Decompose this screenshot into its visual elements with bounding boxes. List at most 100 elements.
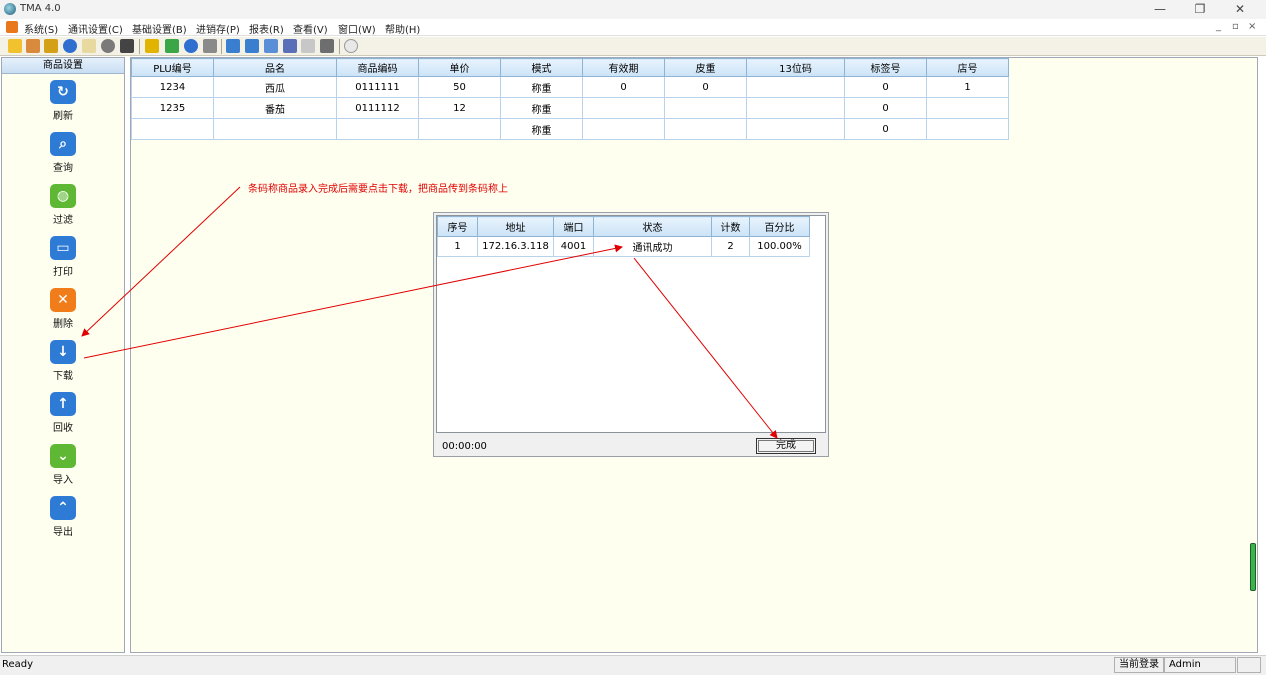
sidebar-item-label[interactable]: 删除 — [32, 315, 94, 330]
table-cell[interactable]: 0 — [664, 76, 747, 98]
column-header[interactable]: 标签号 — [844, 58, 927, 77]
clock-icon[interactable] — [101, 39, 115, 53]
close-button[interactable]: ✕ — [1220, 0, 1260, 19]
menu-inventory[interactable]: 进销存(P) — [196, 21, 240, 36]
table-cell[interactable] — [664, 118, 747, 140]
sidebar-item-label[interactable]: 刷新 — [32, 107, 94, 122]
disk-icon[interactable] — [203, 39, 217, 53]
sidebar-item-label[interactable]: 打印 — [32, 263, 94, 278]
transfer-column-header[interactable]: 端口 — [553, 216, 594, 237]
table-row[interactable]: 1234 西瓜 0111111 50 称重 0 0 0 1 — [131, 76, 1009, 98]
scale-sync-icon[interactable] — [283, 39, 297, 53]
mdi-close-button[interactable]: × — [1248, 21, 1256, 32]
done-button[interactable]: 完成 — [756, 438, 816, 454]
column-header[interactable]: 商品编码 — [336, 58, 419, 77]
scale-receive-icon[interactable] — [264, 39, 278, 53]
table-cell[interactable] — [131, 118, 214, 140]
table-cell[interactable]: 称重 — [500, 97, 583, 119]
column-header[interactable]: 模式 — [500, 58, 583, 77]
menu-system[interactable]: 系统(S) — [24, 21, 58, 36]
sidebar-item-label[interactable]: 查询 — [32, 159, 94, 174]
table-cell[interactable]: 0111112 — [336, 97, 419, 119]
column-header[interactable]: 品名 — [213, 58, 337, 77]
tools-icon[interactable] — [120, 39, 134, 53]
column-header[interactable]: 单价 — [418, 58, 501, 77]
table-row[interactable]: 称重 0 — [131, 118, 1009, 140]
menu-basic-settings[interactable]: 基础设置(B) — [132, 21, 187, 36]
download-icon[interactable]: ↓ — [50, 340, 76, 364]
table-cell[interactable] — [926, 118, 1009, 140]
mdi-minimize-button[interactable]: _ — [1216, 21, 1221, 32]
scale-send-icon[interactable] — [245, 39, 259, 53]
table-cell[interactable]: 1234 — [131, 76, 214, 98]
table-cell[interactable] — [926, 97, 1009, 119]
table-cell[interactable]: 1235 — [131, 97, 214, 119]
export-icon[interactable]: ⌃ — [50, 496, 76, 520]
barcode-icon[interactable] — [320, 39, 334, 53]
transfer-row[interactable]: 1 172.16.3.118 4001 通讯成功 2 100.00% — [437, 236, 810, 257]
table-cell[interactable] — [582, 97, 665, 119]
timer-icon[interactable] — [184, 39, 198, 53]
column-header[interactable]: PLU编号 — [131, 58, 214, 77]
sidebar-item-label[interactable]: 过滤 — [32, 211, 94, 226]
sidebar-item-label[interactable]: 下载 — [32, 367, 94, 382]
table-cell[interactable]: 称重 — [500, 118, 583, 140]
table-cell[interactable]: 50 — [418, 76, 501, 98]
table-cell[interactable] — [213, 118, 337, 140]
table-cell[interactable]: 番茄 — [213, 97, 337, 119]
table-cell[interactable] — [664, 97, 747, 119]
table-row[interactable]: 1235 番茄 0111112 12 称重 0 — [131, 97, 1009, 119]
document-icon[interactable] — [82, 39, 96, 53]
transfer-column-header[interactable]: 序号 — [437, 216, 478, 237]
table-cell[interactable] — [746, 118, 845, 140]
transfer-column-header[interactable]: 百分比 — [749, 216, 810, 237]
sidebar-item-label[interactable]: 导入 — [32, 471, 94, 486]
key-icon[interactable] — [44, 39, 58, 53]
table-cell[interactable] — [336, 118, 419, 140]
delete-icon[interactable]: ✕ — [50, 288, 76, 312]
scale-icon[interactable] — [226, 39, 240, 53]
table-cell[interactable]: 1 — [926, 76, 1009, 98]
table-cell[interactable]: 0 — [582, 76, 665, 98]
menu-view[interactable]: 查看(V) — [293, 21, 328, 36]
table-cell[interactable]: 0111111 — [336, 76, 419, 98]
import-icon[interactable]: ⌄ — [50, 444, 76, 468]
help-icon[interactable] — [344, 39, 358, 53]
transfer-column-header[interactable]: 状态 — [593, 216, 712, 237]
globe-icon[interactable]: ◍ — [50, 184, 76, 208]
menu-window[interactable]: 窗口(W) — [338, 21, 376, 36]
transfer-column-header[interactable]: 地址 — [477, 216, 554, 237]
plus-icon[interactable] — [145, 39, 159, 53]
table-cell[interactable]: 12 — [418, 97, 501, 119]
scroll-indicator[interactable] — [1250, 543, 1256, 591]
hand-icon[interactable] — [301, 39, 315, 53]
column-header[interactable]: 13位码 — [746, 58, 845, 77]
table-cell[interactable]: 0 — [844, 76, 927, 98]
mdi-child-icon[interactable] — [6, 21, 18, 33]
transfer-column-header[interactable]: 计数 — [711, 216, 750, 237]
info-icon[interactable] — [63, 39, 77, 53]
minimize-button[interactable]: — — [1140, 0, 1180, 19]
upload-icon[interactable]: ↑ — [50, 392, 76, 416]
column-header[interactable]: 皮重 — [664, 58, 747, 77]
sidebar-item-label[interactable]: 回收 — [32, 419, 94, 434]
sidebar-item-label[interactable]: 导出 — [32, 523, 94, 538]
table-cell[interactable]: 0 — [844, 97, 927, 119]
column-header[interactable]: 店号 — [926, 58, 1009, 77]
table-cell[interactable] — [418, 118, 501, 140]
search-icon[interactable]: ⌕ — [50, 132, 76, 156]
camera-icon[interactable]: ▭ — [50, 236, 76, 260]
column-header[interactable]: 有效期 — [582, 58, 665, 77]
table-cell[interactable]: 称重 — [500, 76, 583, 98]
table-cell[interactable] — [582, 118, 665, 140]
table-cell[interactable]: 西瓜 — [213, 76, 337, 98]
play-icon[interactable] — [165, 39, 179, 53]
menu-communication[interactable]: 通讯设置(C) — [68, 21, 123, 36]
table-cell[interactable] — [746, 97, 845, 119]
restore-button[interactable]: ❐ — [1180, 0, 1220, 19]
menu-reports[interactable]: 报表(R) — [249, 21, 284, 36]
refresh-icon[interactable]: ↻ — [50, 80, 76, 104]
pen-icon[interactable] — [26, 39, 40, 53]
mdi-restore-button[interactable]: ▫ — [1232, 21, 1239, 32]
star-icon[interactable] — [8, 39, 22, 53]
